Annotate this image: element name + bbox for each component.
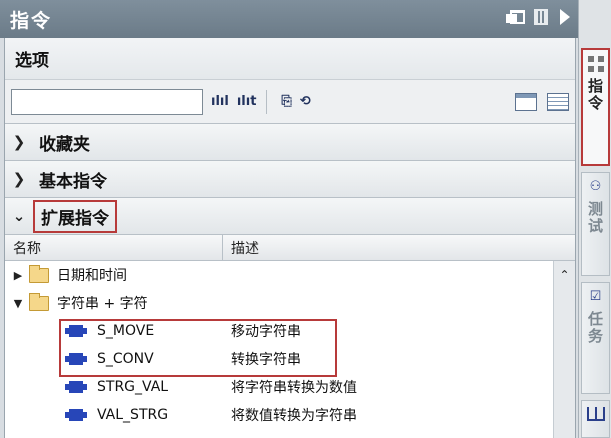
titlebar-controls xyxy=(506,9,570,25)
column-header-name[interactable]: 名称 xyxy=(5,235,223,260)
side-tab-libraries[interactable] xyxy=(581,400,610,438)
testing-icon: ⚇ xyxy=(589,179,602,194)
chevron-right-icon: ❯ xyxy=(12,133,26,151)
instruction-block-icon xyxy=(65,409,87,421)
scroll-up-icon[interactable]: ⌃ xyxy=(554,265,575,285)
collapse-arrow-icon[interactable] xyxy=(560,9,570,25)
panel-title: 指令 xyxy=(10,9,53,32)
instructions-panel: 选项 ılıl ılıt ⎘ ⟲ ❯ 收藏夹 ❯ 基本指令 ⌄ 扩展指令 名称 … xyxy=(4,38,576,438)
side-tab-tasks[interactable]: ☑ 任务 xyxy=(581,282,610,394)
side-tab-label: 测试 xyxy=(586,201,604,235)
list-view-icon[interactable] xyxy=(547,92,569,111)
instruction-block-icon xyxy=(65,325,87,337)
folder-icon xyxy=(29,292,49,311)
tree-instruction-s-move[interactable]: S_MOVE 移动字符串 xyxy=(5,317,575,345)
instructions-grid-icon xyxy=(587,56,604,72)
collapse-triangle-icon[interactable]: ▼ xyxy=(11,297,25,310)
toolbar-divider xyxy=(266,89,268,114)
filter-up-icon[interactable]: ılıt xyxy=(237,92,257,112)
tree-item-description: 移动字符串 xyxy=(231,324,301,340)
single-view-icon[interactable] xyxy=(515,92,537,111)
options-toolbar: ılıl ılıt ⎘ ⟲ xyxy=(5,80,575,124)
tree-instruction-s-conv[interactable]: S_CONV 转换字符串 xyxy=(5,345,575,373)
tree-item-label: S_MOVE xyxy=(97,323,155,339)
tree-folder-string-char[interactable]: ▼ 字符串 + 字符 xyxy=(5,289,575,317)
tasks-check-icon: ☑ xyxy=(589,289,602,304)
section-basic-instructions[interactable]: ❯ 基本指令 xyxy=(5,161,575,198)
insert-icon[interactable]: ⎘ xyxy=(281,92,291,112)
library-book-icon xyxy=(586,407,605,421)
section-extended-instructions[interactable]: ⌄ 扩展指令 xyxy=(5,198,575,235)
section-label: 扩展指令 xyxy=(33,199,117,233)
tree-item-label: 日期和时间 xyxy=(57,268,127,284)
restore-icon[interactable] xyxy=(506,10,525,24)
section-label: 收藏夹 xyxy=(39,134,90,155)
search-input[interactable] xyxy=(11,88,203,115)
reset-icon[interactable]: ⟲ xyxy=(300,92,311,112)
tree-item-label: VAL_STRG xyxy=(97,407,169,423)
chevron-right-icon: ❯ xyxy=(12,170,26,188)
tree-item-label: STRG_VAL xyxy=(97,379,169,395)
side-tab-strip: 指令 ⚇ 测试 ☑ 任务 xyxy=(578,0,611,438)
tree-instruction-strg-val[interactable]: STRG_VAL 将字符串转换为数值 xyxy=(5,373,575,401)
tree-folder-date-time[interactable]: ▶ 日期和时间 xyxy=(5,261,575,289)
tree-instruction-val-strg[interactable]: VAL_STRG 将数值转换为字符串 xyxy=(5,401,575,429)
tree-item-description: 将字符串转换为数值 xyxy=(231,380,357,396)
options-header: 选项 xyxy=(5,38,575,80)
instruction-tree: ▶ 日期和时间 ▼ 字符串 + 字符 S_MOVE 移动字符串 S_CONV 转… xyxy=(5,261,575,438)
tree-item-label: S_CONV xyxy=(97,351,154,367)
instruction-block-icon xyxy=(65,353,87,365)
folder-icon xyxy=(29,264,49,283)
pin-icon[interactable] xyxy=(534,9,548,25)
side-tab-label: 任务 xyxy=(586,311,604,345)
instruction-block-icon xyxy=(65,381,87,393)
tree-item-label: 字符串 + 字符 xyxy=(57,296,148,312)
column-header-description[interactable]: 描述 xyxy=(223,235,575,260)
section-label: 基本指令 xyxy=(39,171,107,192)
filter-down-icon[interactable]: ılıl xyxy=(211,92,229,112)
tree-item-description: 转换字符串 xyxy=(231,352,301,368)
side-tab-instructions[interactable]: 指令 xyxy=(581,48,610,166)
tree-item-description: 将数值转换为字符串 xyxy=(231,408,357,424)
chevron-down-icon: ⌄ xyxy=(12,207,26,225)
panel-titlebar: 指令 xyxy=(0,0,578,38)
side-tab-testing[interactable]: ⚇ 测试 xyxy=(581,172,610,276)
expand-triangle-icon[interactable]: ▶ xyxy=(11,269,25,282)
section-favorites[interactable]: ❯ 收藏夹 xyxy=(5,124,575,161)
side-tab-label: 指令 xyxy=(586,78,604,112)
tree-scrollbar[interactable]: ⌃ xyxy=(553,261,575,438)
table-header: 名称 描述 xyxy=(5,235,575,261)
